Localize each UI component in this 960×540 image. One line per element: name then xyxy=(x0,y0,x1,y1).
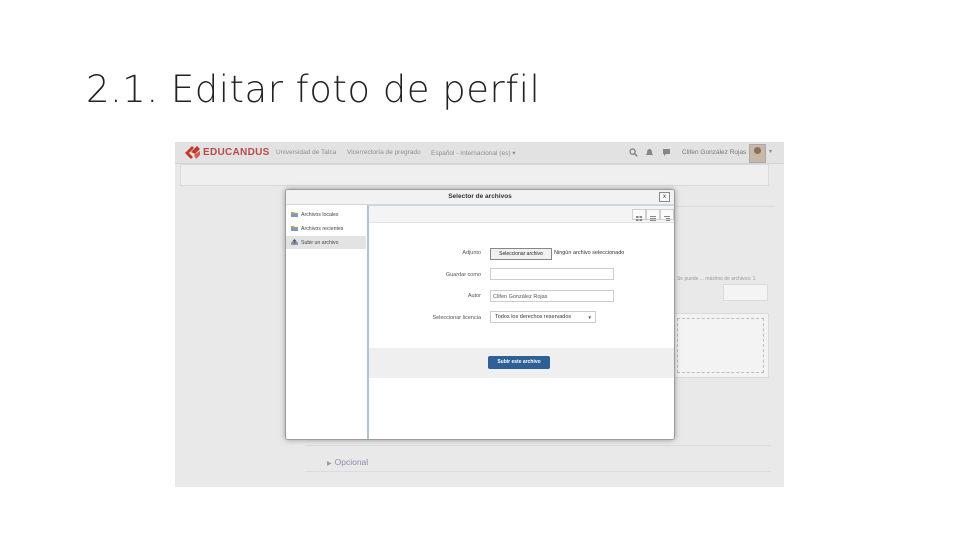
view-toolbar xyxy=(369,206,674,223)
save-as-label: Guardar como xyxy=(445,272,481,278)
background-dropzone xyxy=(677,318,764,373)
brand-name[interactable]: EDUCANDUS xyxy=(203,147,270,158)
avatar[interactable] xyxy=(749,144,766,163)
optional-section-label: Opcional xyxy=(334,457,369,467)
attachment-label: Adjunto xyxy=(462,250,481,256)
folder-icon xyxy=(291,212,298,217)
repository-item-label: Archivos locales xyxy=(301,212,339,218)
nav-link-university[interactable]: Universidad de Talca xyxy=(276,149,336,156)
upload-panel: Adjunto Seleccionar archivo Ningún archi… xyxy=(367,205,674,439)
repository-item-upload[interactable]: Subir un archivo xyxy=(286,236,366,249)
save-as-input[interactable] xyxy=(490,268,614,280)
messages-icon[interactable] xyxy=(662,148,671,157)
background-divider xyxy=(305,445,771,446)
file-status-text: Ningún archivo seleccionado xyxy=(554,250,625,256)
icons-view-button[interactable] xyxy=(632,209,646,221)
notifications-icon[interactable] xyxy=(645,148,654,157)
upload-icon xyxy=(291,239,298,245)
license-label: Seleccionar licencia xyxy=(432,315,481,321)
folder-icon xyxy=(291,226,298,231)
background-view-toolbar xyxy=(723,284,768,301)
submit-bar: Subir este archivo xyxy=(369,348,674,378)
author-input[interactable]: Clifen González Rojas xyxy=(490,290,614,302)
tree-view-button[interactable] xyxy=(660,209,674,221)
close-button[interactable]: x xyxy=(659,192,670,202)
file-picker-dialog: Selector de archivos x Archivos locales … xyxy=(285,189,675,440)
choose-file-button[interactable]: Seleccionar archivo xyxy=(490,248,552,260)
license-select-value: Todos los derechos reservados xyxy=(495,314,572,320)
repository-item-label: Subir un archivo xyxy=(301,240,339,246)
license-select[interactable]: Todos los derechos reservados ▼ xyxy=(490,311,596,323)
repository-item-label: Archivos recientes xyxy=(301,226,344,232)
dialog-header: Selector de archivos x xyxy=(286,190,674,205)
background-filepicker-note: Se puede ... máximo de archivos: 1 xyxy=(677,276,756,282)
optional-section-toggle[interactable]: ▶ Opcional xyxy=(327,457,368,467)
chevron-down-icon: ▼ xyxy=(587,315,592,320)
expand-triangle-icon: ▶ xyxy=(327,461,332,467)
language-menu[interactable]: Español - Internacional (es) ▾ xyxy=(431,149,516,157)
educandus-logo-icon[interactable] xyxy=(184,145,201,160)
screenshot-frame: EDUCANDUS Universidad de Talca Vicerrect… xyxy=(175,142,784,487)
search-icon[interactable] xyxy=(629,148,638,157)
nav-link-vicerrectoria[interactable]: Vicerrectoría de pregrado xyxy=(347,149,421,156)
top-navbar: EDUCANDUS Universidad de Talca Vicerrect… xyxy=(175,142,784,164)
dialog-title: Selector de archivos xyxy=(448,193,512,200)
user-name[interactable]: Clifen González Rojas xyxy=(682,149,746,156)
upload-file-button[interactable]: Subir este archivo xyxy=(488,356,550,369)
slide-title: 2.1. Editar foto de perfil xyxy=(86,68,541,111)
tree-icon xyxy=(664,216,670,221)
user-menu-caret-icon[interactable]: ▾ xyxy=(769,148,772,155)
grid-icon xyxy=(636,216,642,221)
background-divider xyxy=(305,471,771,472)
repository-item-recent-files[interactable]: Archivos recientes xyxy=(286,222,366,235)
background-textarea xyxy=(180,164,769,186)
author-label: Autor xyxy=(467,293,481,299)
list-icon xyxy=(650,216,656,221)
list-view-button[interactable] xyxy=(646,209,660,221)
repository-item-local-files[interactable]: Archivos locales xyxy=(286,208,366,221)
repository-sidebar: Archivos locales Archivos recientes Subi… xyxy=(286,205,366,439)
